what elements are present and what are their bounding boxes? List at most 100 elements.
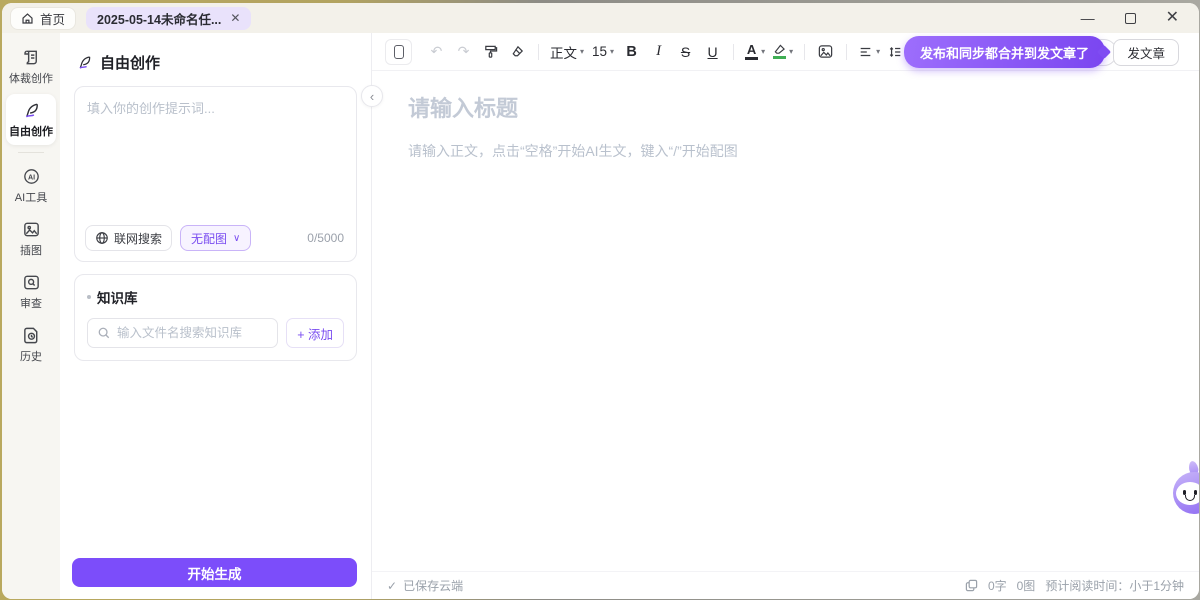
home-icon xyxy=(21,12,34,25)
sidebar-item-label: 插图 xyxy=(20,242,42,258)
bold-button[interactable]: B xyxy=(619,39,644,65)
publish-tooltip-text: 发布和同步都合并到发文章了 xyxy=(920,43,1089,62)
line-spacing-icon xyxy=(888,45,903,59)
tab-close-icon[interactable]: ✕ xyxy=(230,11,240,25)
add-knowledge-button[interactable]: + 添加 xyxy=(286,318,344,348)
title-placeholder[interactable]: 请输入标题 xyxy=(408,91,1159,123)
bold-icon: B xyxy=(626,44,636,60)
read-time: 预计阅读时间：小于1分钟 xyxy=(1045,577,1184,594)
redo-icon: ↷ xyxy=(458,43,470,60)
publish-tooltip: 发布和同步都合并到发文章了 xyxy=(904,36,1105,68)
editor-body[interactable]: 请输入标题 请输入正文，点击“空格”开始AI生文，键入“/”开始配图 xyxy=(372,71,1199,571)
generate-button[interactable]: 开始生成 xyxy=(72,558,357,587)
char-counter: 0/5000 xyxy=(307,231,344,245)
image-icon xyxy=(817,43,834,60)
collapse-panel-button[interactable]: ‹ xyxy=(361,85,383,107)
main-area: 体裁创作 自由创作 AI AI工具 xyxy=(2,33,1199,599)
editor-toolbar: ↶ ↷ 正文 ▾ 15 xyxy=(372,33,1199,71)
body-placeholder[interactable]: 请输入正文，点击“空格”开始AI生文，键入“/”开始配图 xyxy=(408,141,1159,161)
chevron-down-icon: ▾ xyxy=(610,48,614,56)
clear-format-button[interactable] xyxy=(505,39,530,65)
saved-status: 已保存云端 xyxy=(403,577,463,594)
document-tab[interactable]: 2025-05-14未命名任... ✕ xyxy=(86,7,251,30)
align-icon xyxy=(858,45,873,59)
chevron-down-icon: ∨ xyxy=(233,233,240,244)
sidebar-item-history[interactable]: 历史 xyxy=(6,319,56,370)
web-search-label: 联网搜索 xyxy=(114,230,162,247)
app-window: 首页 2025-05-14未命名任... ✕ — ✕ 体裁创作 xyxy=(2,3,1199,599)
home-label: 首页 xyxy=(40,9,65,28)
chevron-down-icon: ▾ xyxy=(761,48,765,56)
top-bar: 首页 2025-05-14未命名任... ✕ — ✕ xyxy=(2,3,1199,33)
document-tab-title: 2025-05-14未命名任... xyxy=(97,9,221,28)
minimize-icon[interactable]: — xyxy=(1081,11,1095,25)
insert-image-button[interactable] xyxy=(813,39,838,65)
publish-article-button[interactable]: 发文章 xyxy=(1113,39,1179,66)
sidebar-item-free-writing[interactable]: 自由创作 xyxy=(6,94,56,145)
sidebar-item-review[interactable]: 审查 xyxy=(6,266,56,317)
chevron-down-icon: ▾ xyxy=(789,48,793,56)
highlighter-icon xyxy=(773,44,786,59)
chevron-down-icon: ▾ xyxy=(876,48,880,56)
strikethrough-button[interactable]: S xyxy=(673,39,698,65)
font-color-button[interactable]: A ▾ xyxy=(742,39,768,65)
knowledge-base-title: 知识库 xyxy=(97,287,138,307)
mobile-preview-button[interactable] xyxy=(385,39,412,65)
prompt-footer: 联网搜索 无配图 ∨ 0/5000 xyxy=(85,225,344,251)
underline-icon: U xyxy=(708,44,718,60)
undo-button[interactable]: ↶ xyxy=(424,39,449,65)
redo-button[interactable]: ↷ xyxy=(451,39,476,65)
paragraph-style-value: 正文 xyxy=(550,42,577,62)
creation-panel: 自由创作 联网搜索 无配图 ∨ 0/5000 xyxy=(60,33,372,599)
panel-title: 自由创作 xyxy=(100,52,160,73)
image-mode-dropdown[interactable]: 无配图 ∨ xyxy=(180,225,251,251)
sidebar-item-ai-tools[interactable]: AI AI工具 xyxy=(6,160,56,211)
sidebar-item-genre-writing[interactable]: 体裁创作 xyxy=(6,41,56,92)
search-icon xyxy=(97,326,111,340)
web-search-toggle[interactable]: 联网搜索 xyxy=(85,225,172,251)
history-icon xyxy=(22,326,41,345)
knowledge-base-row: + 添加 xyxy=(87,318,344,348)
home-button[interactable]: 首页 xyxy=(10,7,76,30)
sidebar-item-label: 自由创作 xyxy=(9,123,53,139)
ai-tools-icon: AI xyxy=(22,167,41,186)
bullet-dot-icon xyxy=(87,295,91,299)
globe-icon xyxy=(95,231,109,245)
icon-sidebar: 体裁创作 自由创作 AI AI工具 xyxy=(2,33,60,599)
window-controls: — ✕ xyxy=(1081,10,1191,26)
format-painter-button[interactable] xyxy=(478,39,503,65)
eraser-icon xyxy=(510,44,525,59)
toolbar-divider xyxy=(804,44,805,60)
chevron-down-icon: ▾ xyxy=(580,48,584,56)
paragraph-style-dropdown[interactable]: 正文 ▾ xyxy=(547,39,587,65)
toolbar-divider xyxy=(733,44,734,60)
toolbar-divider xyxy=(846,44,847,60)
font-color-icon: A xyxy=(745,43,758,60)
highlight-color-button[interactable]: ▾ xyxy=(770,39,796,65)
copy-icon[interactable] xyxy=(965,579,978,592)
sidebar-divider xyxy=(18,152,44,153)
format-painter-icon xyxy=(483,44,498,59)
underline-button[interactable]: U xyxy=(700,39,725,65)
prompt-input[interactable] xyxy=(87,98,344,203)
align-dropdown[interactable]: ▾ xyxy=(855,39,883,65)
italic-icon: I xyxy=(656,43,661,60)
image-mode-value: 无配图 xyxy=(191,230,227,247)
window-close-icon[interactable]: ✕ xyxy=(1166,10,1179,26)
toolbar-divider xyxy=(538,44,539,60)
panel-header: 自由创作 xyxy=(76,52,355,73)
status-bar: ✓ 已保存云端 0字 0图 预计阅读时间：小于1分钟 xyxy=(372,571,1199,599)
chevron-left-icon: ‹ xyxy=(370,89,374,104)
font-size-dropdown[interactable]: 15 ▾ xyxy=(589,39,617,65)
prompt-card: 联网搜索 无配图 ∨ 0/5000 xyxy=(74,86,357,262)
sidebar-item-label: 体裁创作 xyxy=(9,70,53,86)
strikethrough-icon: S xyxy=(681,44,690,60)
sidebar-item-label: 历史 xyxy=(20,348,42,364)
review-icon xyxy=(22,273,41,292)
knowledge-base-search-input[interactable] xyxy=(117,326,268,340)
sidebar-item-illustration[interactable]: 插图 xyxy=(6,213,56,264)
publish-article-label: 发文章 xyxy=(1127,43,1165,62)
maximize-icon[interactable] xyxy=(1125,13,1136,24)
italic-button[interactable]: I xyxy=(646,39,671,65)
knowledge-base-search[interactable] xyxy=(87,318,278,348)
